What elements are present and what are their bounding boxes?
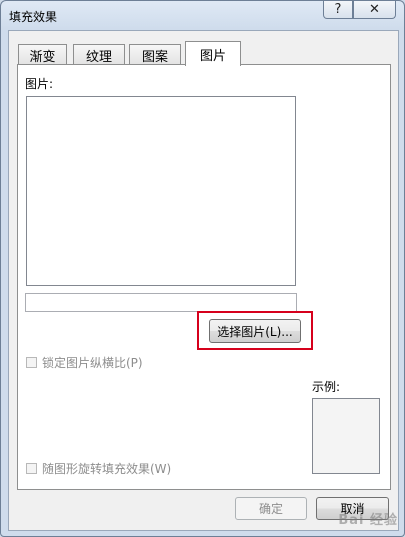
lock-aspect-checkbox[interactable] bbox=[26, 357, 37, 368]
choose-picture-button[interactable]: 选择图片(L)... bbox=[209, 319, 301, 343]
tab-gradient[interactable]: 渐变 bbox=[18, 44, 67, 65]
lock-aspect-checkbox-row[interactable]: 锁定图片纵横比(P) bbox=[26, 354, 143, 371]
close-icon: ✕ bbox=[369, 2, 380, 17]
rotate-checkbox-row[interactable]: 随图形旋转填充效果(W) bbox=[26, 460, 171, 477]
dialog-title: 填充效果 bbox=[9, 10, 58, 24]
close-button[interactable]: ✕ bbox=[353, 1, 396, 19]
cancel-button[interactable]: 取消 bbox=[316, 497, 389, 520]
picture-label: 图片: bbox=[25, 77, 54, 91]
picture-panel: 图片: 选择图片(L)... 锁定图片纵横比(P) 示例: 随图形旋转填充效果(… bbox=[17, 64, 391, 490]
help-icon: ? bbox=[334, 2, 342, 17]
help-button[interactable]: ? bbox=[323, 1, 353, 19]
tab-pattern[interactable]: 图案 bbox=[129, 44, 181, 65]
preview-box bbox=[312, 398, 380, 474]
fill-effects-dialog: 填充效果 ? ✕ 渐变 纹理 图案 图片 图片: 选择图片(L)... 锁定图片… bbox=[0, 0, 405, 537]
preview-label: 示例: bbox=[312, 380, 341, 394]
lock-aspect-label: 锁定图片纵横比(P) bbox=[42, 356, 143, 370]
tab-picture[interactable]: 图片 bbox=[185, 41, 241, 66]
picture-display-area bbox=[26, 96, 296, 286]
rotate-label: 随图形旋转填充效果(W) bbox=[42, 462, 172, 476]
picture-path-field[interactable] bbox=[25, 293, 297, 312]
dialog-client: 渐变 纹理 图案 图片 图片: 选择图片(L)... 锁定图片纵横比(P) 示例… bbox=[8, 30, 399, 531]
ok-button[interactable]: 确定 bbox=[235, 497, 307, 520]
rotate-checkbox[interactable] bbox=[26, 463, 37, 474]
tab-texture[interactable]: 纹理 bbox=[73, 44, 125, 65]
